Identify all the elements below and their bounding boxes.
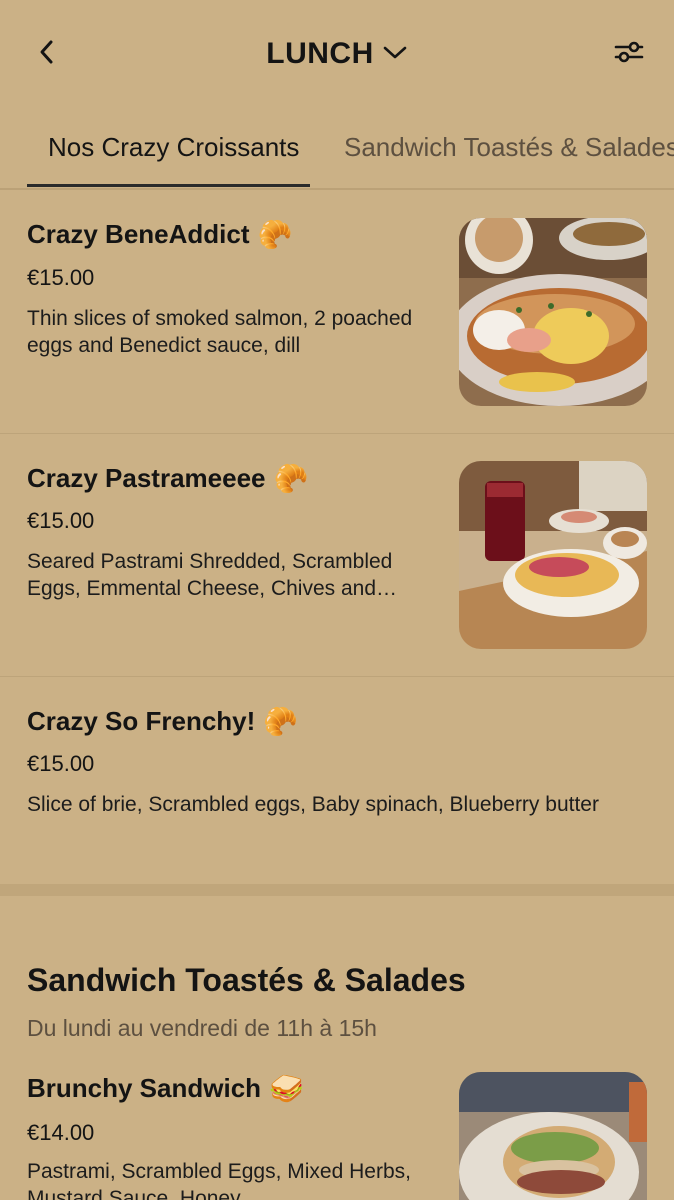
sandwich-icon: 🥪	[269, 1072, 304, 1105]
item-price: €14.00	[27, 1120, 95, 1145]
item-description-line: Mustard Sauce, Honey	[27, 1187, 241, 1200]
chevron-down-icon	[382, 44, 408, 65]
item-price: €15.00	[27, 508, 95, 533]
top-bar: LUNCH	[0, 0, 674, 110]
item-description-line: Eggs, Emmental Cheese, Chives and…	[27, 577, 398, 600]
menu-item[interactable]: Crazy Pastrameeee 🥐 €15.00 Seared Pastra…	[0, 434, 674, 677]
menu-item[interactable]: Crazy So Frenchy! 🥐 €15.00 Slice of brie…	[0, 677, 674, 884]
section-title: Sandwich Toastés & Salades	[27, 962, 466, 998]
item-name: Brunchy Sandwich 🥪	[27, 1072, 304, 1105]
category-tabs: Nos Crazy Croissants Sandwich Toastés & …	[0, 110, 674, 190]
item-description: Slice of brie, Scrambled eggs, Baby spin…	[27, 791, 599, 818]
item-name-text: Brunchy Sandwich	[27, 1073, 262, 1103]
croissant-icon: 🥐	[263, 705, 299, 738]
item-description-line: Slice of brie, Scrambled eggs, Baby spin…	[27, 793, 599, 816]
item-description: Seared Pastrami Shredded, Scrambled Eggs…	[27, 548, 397, 602]
active-tab-indicator	[27, 184, 310, 187]
item-description-line: eggs and Benedict sauce, dill	[27, 334, 301, 357]
item-name: Crazy So Frenchy! 🥐	[27, 705, 298, 738]
tab-sandwich-toastes-salades[interactable]: Sandwich Toastés & Salades	[344, 132, 674, 163]
item-photo[interactable]	[459, 1072, 647, 1200]
menu-screen: LUNCH Nos Crazy Croissants Sandwich Toas…	[0, 0, 674, 1200]
item-description-line: Pastrami, Scrambled Eggs, Mixed Herbs,	[27, 1160, 411, 1183]
item-name-text: Crazy So Frenchy!	[27, 706, 256, 736]
item-photo[interactable]	[459, 461, 647, 649]
item-description: Thin slices of smoked salmon, 2 poached …	[27, 305, 412, 359]
item-photo[interactable]	[459, 218, 647, 406]
menu-item[interactable]: Crazy BeneAddict 🥐 €15.00 Thin slices of…	[0, 190, 674, 434]
tab-nos-crazy-croissants[interactable]: Nos Crazy Croissants	[48, 132, 299, 163]
croissant-icon: 🥐	[273, 462, 309, 495]
item-description-line: Seared Pastrami Shredded, Scrambled	[27, 550, 393, 573]
item-name-text: Crazy BeneAddict	[27, 219, 250, 249]
item-description-line: Thin slices of smoked salmon, 2 poached	[27, 307, 413, 330]
item-name: Crazy BeneAddict 🥐	[27, 218, 292, 251]
item-name: Crazy Pastrameeee 🥐	[27, 462, 308, 495]
item-name-text: Crazy Pastrameeee	[27, 463, 266, 493]
section-divider	[0, 884, 674, 896]
croissant-icon: 🥐	[257, 218, 293, 251]
menu-item[interactable]: Brunchy Sandwich 🥪 €14.00 Pastrami, Scra…	[0, 1060, 674, 1200]
menu-selector[interactable]: LUNCH	[0, 36, 674, 72]
section-subtitle: Du lundi au vendredi de 11h à 15h	[27, 1015, 377, 1041]
filter-sliders-icon	[614, 39, 644, 70]
item-description: Pastrami, Scrambled Eggs, Mixed Herbs, M…	[27, 1158, 411, 1200]
item-price: €15.00	[27, 751, 95, 776]
filter-button[interactable]	[612, 38, 646, 70]
page-title: LUNCH	[266, 37, 374, 70]
item-price: €15.00	[27, 265, 95, 290]
